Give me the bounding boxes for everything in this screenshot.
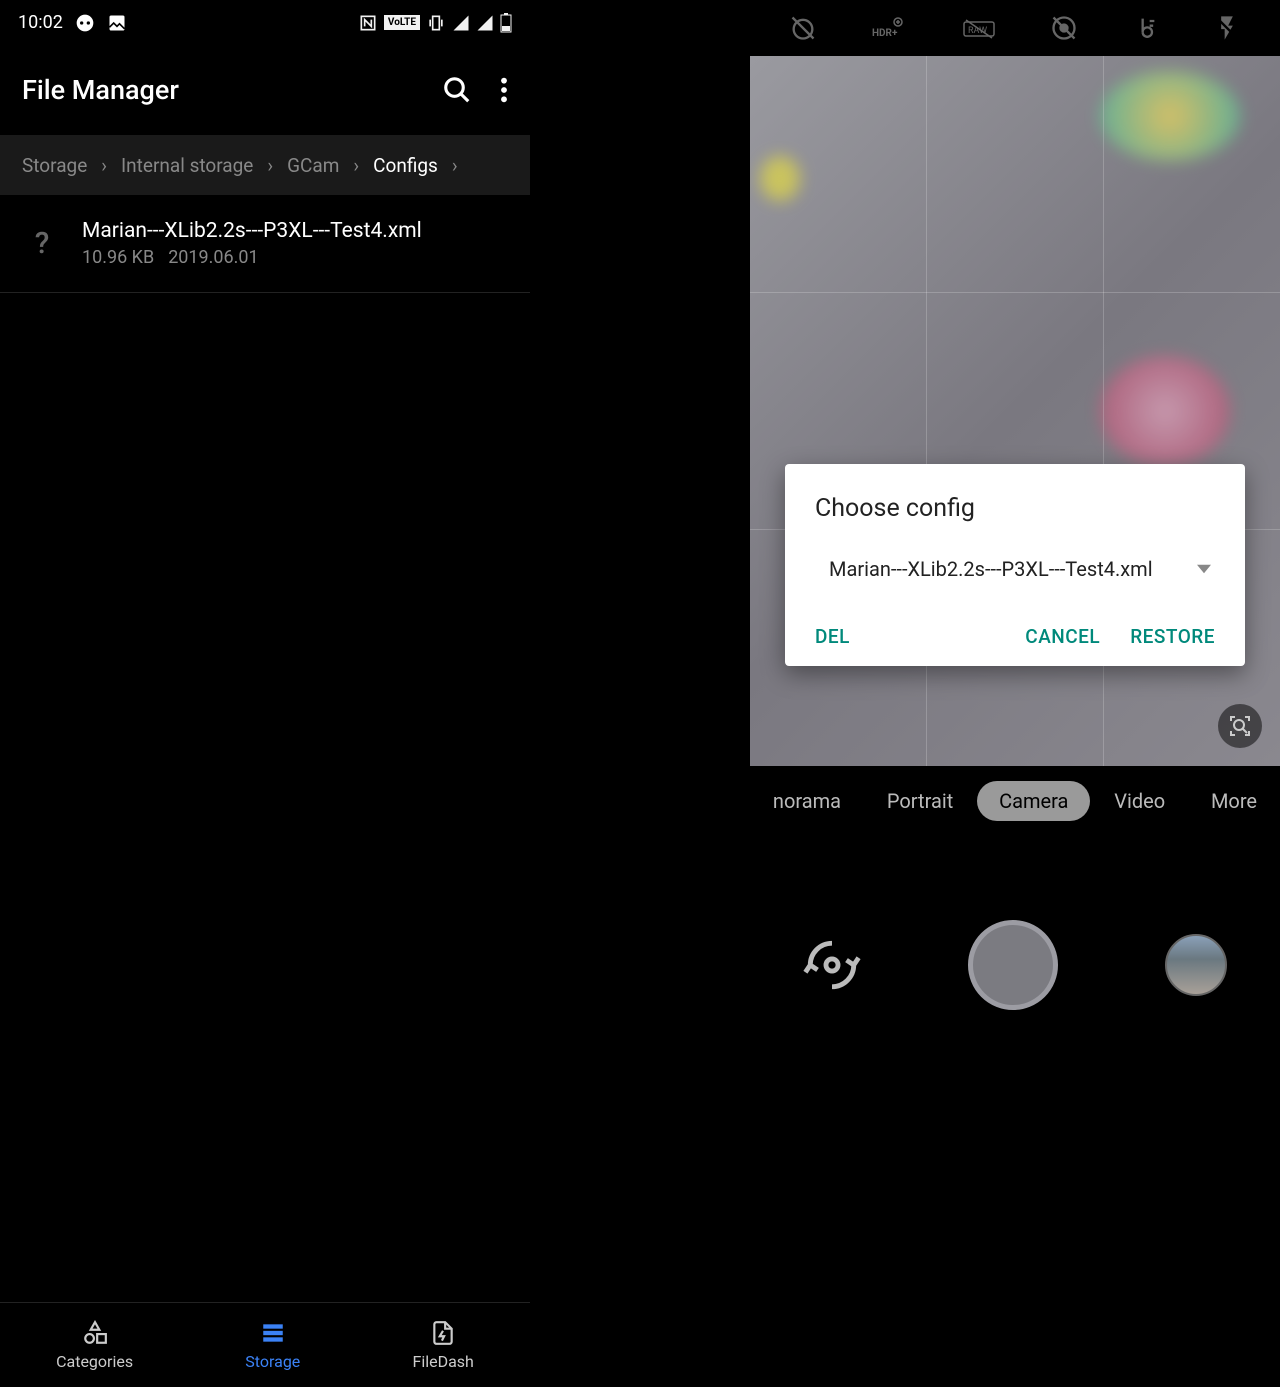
chevron-right-icon: ›	[267, 154, 273, 177]
nav-filedash[interactable]: FileDash	[412, 1320, 473, 1371]
nav-label: FileDash	[412, 1352, 473, 1371]
file-manager-header: File Manager	[0, 45, 530, 135]
chevron-right-icon: ›	[353, 154, 359, 177]
choose-config-dialog: Choose config Marian---XLib2.2s---P3XL--…	[785, 464, 1245, 666]
camera-controls	[750, 880, 1280, 1050]
motion-off-icon[interactable]	[1050, 14, 1078, 42]
dialog-title: Choose config	[815, 494, 1215, 523]
signal-icon	[452, 14, 470, 32]
camera-mode-strip: norama Portrait Camera Video More	[750, 766, 1280, 836]
dropdown-arrow-icon	[1197, 562, 1211, 576]
signal-4g-icon	[476, 14, 494, 32]
search-icon[interactable]	[442, 75, 472, 105]
status-bar: 10:02 VoLTE	[0, 0, 530, 45]
lens-icon	[1228, 714, 1252, 738]
mode-portrait[interactable]: Portrait	[865, 781, 975, 821]
nav-categories[interactable]: Categories	[56, 1320, 133, 1371]
svg-text:HDR+: HDR+	[872, 28, 898, 39]
volte-icon: VoLTE	[384, 15, 420, 30]
page-title: File Manager	[22, 74, 179, 106]
breadcrumb-item[interactable]: Storage	[22, 154, 87, 177]
bottom-nav: Categories Storage FileDash	[0, 1302, 530, 1387]
google-lens-button[interactable]	[1218, 704, 1262, 748]
gallery-thumbnail[interactable]	[1165, 934, 1227, 996]
file-row[interactable]: ? Marian---XLib2.2s---P3XL---Test4.xml 1…	[0, 195, 530, 293]
vibrate-icon	[426, 13, 446, 33]
chevron-right-icon: ›	[101, 154, 107, 177]
camera-top-bar: HDR+ RAW	[750, 0, 1280, 56]
unknown-file-icon: ?	[22, 226, 62, 261]
nav-label: Categories	[56, 1352, 133, 1371]
categories-icon	[82, 1320, 108, 1346]
more-icon[interactable]	[500, 76, 508, 104]
camera-screen: HDR+ RAW norama Portrait Camera Video Mo…	[750, 0, 1280, 1387]
storage-icon	[260, 1320, 286, 1346]
raw-icon[interactable]: RAW	[962, 14, 996, 42]
restore-button[interactable]: RESTORE	[1130, 625, 1215, 648]
white-balance-icon[interactable]	[1131, 14, 1159, 42]
shutter-button[interactable]	[968, 920, 1058, 1010]
filedash-icon	[430, 1320, 456, 1346]
mode-camera[interactable]: Camera	[977, 781, 1090, 821]
nav-storage[interactable]: Storage	[245, 1320, 300, 1371]
config-dropdown[interactable]: Marian---XLib2.2s---P3XL---Test4.xml	[815, 549, 1215, 589]
file-date: 2019.06.01	[168, 247, 258, 268]
hdr-plus-icon[interactable]: HDR+	[870, 14, 908, 42]
breadcrumb-item-active[interactable]: Configs	[373, 154, 438, 177]
breadcrumb-item[interactable]: GCam	[287, 154, 339, 177]
file-name: Marian---XLib2.2s---P3XL---Test4.xml	[82, 219, 508, 243]
breadcrumb-item[interactable]: Internal storage	[121, 154, 253, 177]
file-manager-screen: 10:02 VoLTE File Manager Storage › Inter…	[0, 0, 530, 1387]
nfc-icon	[358, 13, 378, 33]
image-icon	[107, 13, 127, 33]
mode-panorama[interactable]: norama	[751, 781, 863, 821]
mode-video[interactable]: Video	[1092, 781, 1187, 821]
file-size: 10.96 KB	[82, 247, 154, 268]
nav-label: Storage	[245, 1352, 300, 1371]
timer-off-icon[interactable]	[789, 14, 817, 42]
cancel-button[interactable]: CANCEL	[1025, 625, 1100, 648]
flash-off-icon[interactable]	[1213, 14, 1241, 42]
status-time: 10:02	[18, 12, 63, 33]
reddit-icon	[75, 13, 95, 33]
switch-camera-icon[interactable]	[803, 936, 861, 994]
battery-icon	[500, 13, 512, 33]
config-selected: Marian---XLib2.2s---P3XL---Test4.xml	[829, 557, 1153, 581]
mode-more[interactable]: More	[1189, 781, 1279, 821]
chevron-right-icon: ›	[452, 154, 458, 177]
delete-button[interactable]: DEL	[815, 625, 850, 648]
breadcrumb: Storage › Internal storage › GCam › Conf…	[0, 135, 530, 195]
